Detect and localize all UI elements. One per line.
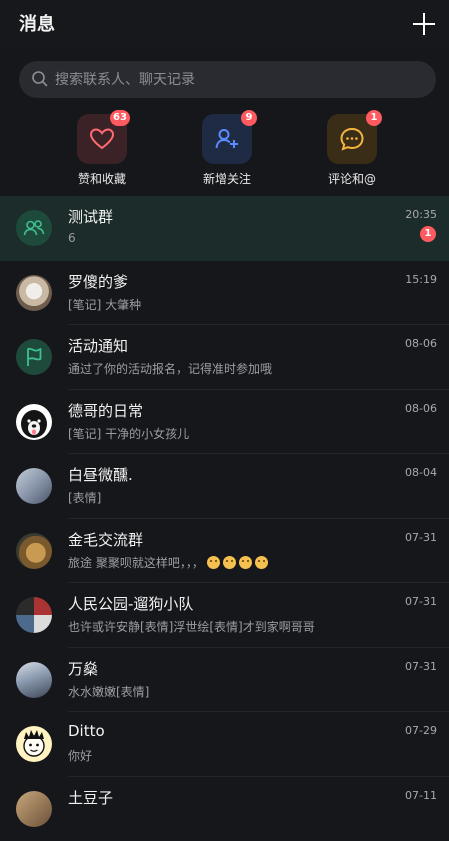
comments-label: 评论和@ xyxy=(297,170,407,187)
conversation-name: 活动通知 xyxy=(68,335,128,356)
conversation-preview: 你好 xyxy=(68,747,92,764)
conversation-row[interactable]: Ditto 你好 07-29 xyxy=(0,712,449,777)
conversation-row[interactable]: 白昼微醺. [表情] 08-04 xyxy=(0,454,449,519)
conversation-time: 07-29 xyxy=(405,724,437,737)
cat-photo-avatar xyxy=(16,275,52,311)
conversation-preview: [笔记] 大肇种 xyxy=(68,296,141,313)
likes-label: 赞和收藏 xyxy=(47,170,157,187)
conversation-name: 白昼微醺. xyxy=(68,464,133,485)
conversation-time: 20:35 xyxy=(405,208,437,221)
conversation-row[interactable]: 土豆子 07-11 xyxy=(0,777,449,841)
conversation-time: 08-04 xyxy=(405,466,437,479)
conversation-name: Ditto xyxy=(68,722,105,740)
person-photo-avatar xyxy=(16,662,52,698)
search-input[interactable]: 搜索联系人、聊天记录 xyxy=(19,61,436,98)
collage-photo-avatar xyxy=(16,597,52,633)
plus-icon[interactable] xyxy=(410,10,438,38)
comments-badge: 1 xyxy=(366,110,382,126)
conversation-preview: 旅途 聚聚呗就这样吧，，， xyxy=(68,554,268,571)
conversation-name: 测试群 xyxy=(68,206,113,227)
golden-dog-photo-avatar xyxy=(16,533,52,569)
conversation-name: 德哥的日常 xyxy=(68,400,143,421)
add-user-icon xyxy=(214,126,240,152)
conversation-time: 08-06 xyxy=(405,402,437,415)
group-icon xyxy=(16,210,52,246)
conversation-row[interactable]: 德哥的日常 [笔记] 干净的小女孩儿 08-06 xyxy=(0,390,449,455)
conversation-time: 08-06 xyxy=(405,337,437,350)
conversation-preview: 6 xyxy=(68,231,76,245)
conversation-row[interactable]: 活动通知 通过了你的活动报名，记得准时参加哦 08-06 xyxy=(0,325,449,390)
conversation-name: 土豆子 xyxy=(68,787,113,808)
conversation-row[interactable]: 罗傻的爹 [笔记] 大肇种 15:19 xyxy=(0,261,449,326)
likes-tile[interactable]: 63 xyxy=(77,114,127,164)
conversation-preview: 通过了你的活动报名，记得准时参加哦 xyxy=(68,360,272,377)
conversation-name: 万燊 xyxy=(68,658,98,679)
conversation-row[interactable]: 金毛交流群 旅途 聚聚呗就这样吧，，， 07-31 xyxy=(0,519,449,584)
conversation-time: 07-31 xyxy=(405,660,437,673)
conversation-row[interactable]: 人民公园-遛狗小队 也许或许安静[表情]浮世绘[表情]才到家啊哥哥 07-31 xyxy=(0,583,449,648)
followers-badge: 9 xyxy=(241,110,257,126)
conversation-preview: [表情] xyxy=(68,489,101,506)
followers-tile[interactable]: 9 xyxy=(202,114,252,164)
page-title: 消息 xyxy=(19,10,55,36)
dog-photo-avatar xyxy=(16,404,52,440)
preview-text: 旅途 聚聚呗就这样吧，，， xyxy=(68,556,204,570)
conversation-time: 07-31 xyxy=(405,595,437,608)
conversation-preview: 水水嫩嫩[表情] xyxy=(68,683,149,700)
conversation-row[interactable]: 测试群 6 20:35 1 xyxy=(0,196,449,261)
followers-label: 新增关注 xyxy=(172,170,282,187)
conversation-name: 金毛交流群 xyxy=(68,529,143,550)
cartoon-avatar xyxy=(16,726,52,762)
search-placeholder: 搜索联系人、聊天记录 xyxy=(55,69,195,89)
comment-icon xyxy=(339,126,365,152)
conversation-time: 15:19 xyxy=(405,273,437,286)
unread-badge: 1 xyxy=(420,226,436,242)
flag-icon xyxy=(16,339,52,375)
emoji-icon xyxy=(223,556,236,569)
conversation-preview: 也许或许安静[表情]浮世绘[表情]才到家啊哥哥 xyxy=(68,618,315,635)
conversation-list: 测试群 6 20:35 1 罗傻的爹 [笔记] 大肇种 15:19 活动通知 通… xyxy=(0,196,449,841)
conversation-name: 人民公园-遛狗小队 xyxy=(68,593,193,614)
quick-action-comments[interactable]: 1 评论和@ xyxy=(297,110,407,190)
search-icon xyxy=(31,70,49,88)
person-photo-avatar xyxy=(16,791,52,827)
quick-action-likes[interactable]: 63 赞和收藏 xyxy=(47,110,157,190)
emoji-icon xyxy=(239,556,252,569)
emoji-icon xyxy=(207,556,220,569)
conversation-row[interactable]: 万燊 水水嫩嫩[表情] 07-31 xyxy=(0,648,449,713)
emoji-icon xyxy=(255,556,268,569)
heart-icon xyxy=(89,126,115,152)
conversation-preview: [笔记] 干净的小女孩儿 xyxy=(68,425,189,442)
person-photo-avatar xyxy=(16,468,52,504)
likes-badge: 63 xyxy=(110,110,130,126)
comments-tile[interactable]: 1 xyxy=(327,114,377,164)
conversation-name: 罗傻的爹 xyxy=(68,271,128,292)
conversation-time: 07-31 xyxy=(405,531,437,544)
header-bar: 消息 xyxy=(0,0,449,50)
quick-action-followers[interactable]: 9 新增关注 xyxy=(172,110,282,190)
